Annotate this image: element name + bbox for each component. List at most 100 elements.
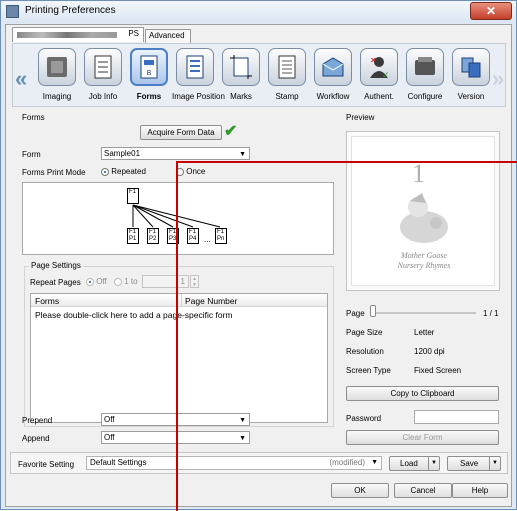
mode-repeated-label: Repeated (111, 167, 146, 176)
form-label: Form (22, 150, 41, 159)
nav-authentication-label: Authent. (364, 92, 394, 101)
job-info-icon (84, 48, 122, 86)
load-button[interactable]: Load ▼ (389, 456, 440, 471)
diagram-page-box: F1 P1 (127, 228, 139, 244)
diagram-page-num: Pn (217, 236, 225, 242)
printer-icon (6, 5, 19, 18)
nav-configure[interactable]: Configure (402, 46, 448, 106)
load-dropdown-icon[interactable]: ▼ (428, 457, 439, 470)
nav-stamp-label: Stamp (275, 92, 299, 101)
mode-once-radio[interactable]: Once (176, 167, 205, 176)
load-button-label: Load (400, 459, 418, 468)
title-bar: Printing Preferences ✕ (1, 1, 516, 23)
nav-marks-label: Marks (230, 92, 252, 101)
acquire-form-data-button[interactable]: Acquire Form Data (140, 125, 222, 140)
column-page-number: Page Number (185, 296, 238, 306)
page-size-key: Page Size (346, 328, 383, 337)
save-button-label: Save (460, 459, 479, 468)
nav-configure-label: Configure (407, 92, 443, 101)
forms-icon: B (130, 48, 168, 86)
preview-image: 1 Mother Goose Nursery Rhymes (346, 131, 500, 291)
nav-image-position[interactable]: Image Position (172, 46, 225, 106)
nav-workflow[interactable]: Workflow (310, 46, 356, 106)
diagram-page-box: F1 P4 (187, 228, 199, 244)
nav-imaging[interactable]: Imaging (34, 46, 80, 106)
svg-text:✓: ✓ (382, 70, 390, 80)
favorite-modified-label: (modified) (329, 458, 365, 467)
page-size-value: Letter (414, 328, 435, 337)
page-slider-track[interactable] (374, 312, 476, 314)
close-button[interactable]: ✕ (470, 2, 512, 20)
resolution-key: Resolution (346, 347, 384, 356)
diagram-page-form: F1 (189, 229, 197, 235)
configure-icon (406, 48, 444, 86)
nav-authentication[interactable]: ✕ ✓ Authent. (356, 46, 402, 106)
password-input[interactable] (414, 410, 499, 424)
diagram-page-num: P2 (149, 236, 157, 242)
diagram-page-box: F1 Pn (215, 228, 227, 244)
diagram-page-box: F1 P2 (147, 228, 159, 244)
annotation-line-horizontal (176, 161, 517, 163)
favorite-setting-select[interactable]: Default Settings (modified) ▼ (86, 456, 382, 470)
favorite-setting-label: Favorite Setting (18, 460, 75, 469)
form-select[interactable]: Sample01 ▼ (101, 147, 250, 160)
imaging-icon (38, 48, 76, 86)
favorite-setting-value: Default Settings (90, 458, 147, 467)
svg-text:B: B (147, 70, 152, 77)
page-slider-thumb[interactable] (370, 305, 376, 317)
nav-prev-arrow[interactable]: « (15, 66, 27, 92)
ok-button[interactable]: OK (331, 483, 389, 498)
tab-ps-label: PS (128, 29, 139, 38)
preview-page-number: 1 (412, 159, 425, 188)
nav-job-info-label: Job Info (88, 92, 118, 101)
append-value: Off (104, 433, 115, 442)
prepend-value: Off (104, 415, 115, 424)
save-dropdown-icon[interactable]: ▼ (489, 457, 500, 470)
nav-stamp[interactable]: Stamp (264, 46, 310, 106)
nav-job-info[interactable]: Job Info (80, 46, 126, 106)
append-label: Append (22, 434, 50, 443)
repeat-to-radio: 1 to (114, 277, 138, 286)
repeat-to-spinner: ▲ ▼ (190, 275, 199, 288)
stamp-icon (268, 48, 306, 86)
annotation-line-vertical (176, 161, 178, 511)
diagram-page-num: P1 (129, 236, 137, 242)
form-select-value: Sample01 (104, 149, 141, 158)
prepend-label: Prepend (22, 416, 53, 425)
repeat-pages-label: Repeat Pages (30, 278, 81, 287)
repeat-off-label: Off (96, 277, 107, 286)
tab-advanced[interactable]: Advanced (145, 29, 191, 43)
radio-disabled-icon (114, 277, 122, 286)
repeat-to-input: 1 (142, 275, 189, 288)
diagram-page-num: P4 (189, 236, 197, 242)
nav-version[interactable]: Version (448, 46, 494, 106)
printing-preferences-window: Printing Preferences ✕ PS Advanced « » I… (0, 0, 517, 511)
screen-type-value: Fixed Screen (414, 366, 462, 375)
version-icon (452, 48, 490, 86)
nav-forms[interactable]: B Forms (126, 46, 172, 106)
mother-goose-illustration (400, 193, 448, 243)
mode-once-label: Once (186, 167, 206, 176)
window-title: Printing Preferences (25, 5, 116, 16)
cancel-button[interactable]: Cancel (394, 483, 452, 498)
diagram-page-form: F1 (169, 229, 177, 235)
nav-workflow-label: Workflow (316, 92, 350, 101)
page-label: Page (346, 309, 365, 318)
column-forms: Forms (35, 296, 60, 306)
chevron-down-icon: ▼ (239, 435, 246, 442)
print-mode-diagram: F1 F1 P1 F1 P2 F1 P3 F1 P4 ... F1 Pn (22, 182, 334, 255)
column-divider (181, 294, 182, 307)
page-forms-table[interactable]: Forms Page Number Please double-click he… (30, 293, 328, 423)
chevron-down-icon: ▼ (239, 417, 246, 424)
copy-to-clipboard-button[interactable]: Copy to Clipboard (346, 386, 499, 401)
radio-disabled-icon (86, 277, 94, 286)
feature-nav-strip: « » Imaging Job Info B Forms Image Posit… (12, 43, 506, 107)
table-hint-row[interactable]: Please double-click here to add a page-s… (35, 310, 233, 320)
nav-marks[interactable]: Marks (218, 46, 264, 106)
help-button[interactable]: Help (452, 483, 508, 498)
mode-repeated-radio[interactable]: Repeated (101, 167, 146, 176)
tab-ps[interactable]: PS (12, 27, 144, 42)
preview-page: 1 Mother Goose Nursery Rhymes (351, 136, 495, 286)
nav-forms-label: Forms (136, 92, 162, 101)
save-button[interactable]: Save ▼ (447, 456, 501, 471)
